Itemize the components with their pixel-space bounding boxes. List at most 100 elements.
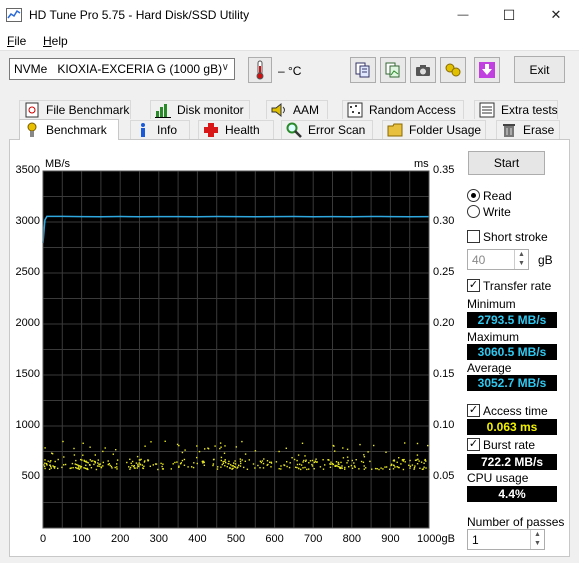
access-time-point [295, 466, 297, 468]
access-time-point [161, 465, 163, 468]
access-time-point [57, 458, 59, 461]
y-left-tick-label: 2500 [15, 266, 40, 278]
access-time-point [94, 454, 96, 456]
access-time-point [416, 442, 419, 445]
short-stroke-label: Short stroke [483, 230, 548, 244]
access-time-point [192, 466, 195, 469]
access-time-point [254, 450, 257, 452]
access-time-point [385, 466, 388, 468]
write-radio[interactable] [467, 205, 480, 218]
y-left-tick-label: 1000 [15, 419, 40, 431]
access-time-point [71, 462, 74, 465]
access-time-point [384, 466, 386, 468]
access-time-point [346, 456, 349, 458]
spinner-arrows-icon[interactable]: ▲ ▼ [514, 250, 528, 269]
access-time-point [311, 465, 314, 467]
access-time-point [267, 463, 269, 466]
access-time-point [275, 461, 278, 463]
access-time-point [220, 466, 222, 468]
access-time-point [409, 467, 411, 469]
access-time-point [311, 459, 314, 462]
access-time-point [53, 467, 56, 469]
access-time-point [226, 466, 228, 468]
access-time-point [81, 459, 83, 461]
access-time-point [322, 468, 325, 470]
access-time-point [172, 463, 174, 465]
access-time-point [335, 461, 338, 463]
access-time-point [225, 461, 227, 464]
start-button[interactable]: Start [468, 151, 545, 175]
access-time-point [136, 455, 139, 458]
passes-spinner[interactable]: 1 ▲ ▼ [467, 529, 545, 550]
access-time-point [300, 468, 302, 471]
access-time-point [417, 458, 419, 460]
access-time-point [116, 459, 119, 461]
x-tick-label: 300 [149, 533, 168, 545]
access-time-point [164, 440, 166, 442]
access-time-point [409, 465, 412, 467]
access-time-point [337, 461, 340, 464]
access-time-point [238, 464, 240, 466]
access-time-point [409, 459, 411, 462]
access-time-point [44, 467, 46, 470]
access-time-point [303, 459, 305, 462]
spinner-arrows-icon[interactable]: ▲ ▼ [530, 530, 544, 549]
y-left-tick-label: 500 [21, 470, 40, 482]
access-time-point [396, 461, 398, 463]
access-time-point [235, 446, 237, 448]
access-time-point [224, 445, 226, 447]
access-time-point [363, 465, 365, 467]
access-time-point [401, 459, 404, 461]
access-time-point [80, 458, 82, 461]
access-time-point [346, 448, 349, 450]
access-time-point [421, 468, 424, 470]
short-stroke-spinner[interactable]: 40 ▲ ▼ [467, 249, 529, 270]
access-time-point [344, 468, 346, 470]
access-time-point [85, 464, 87, 466]
access-time-point [116, 468, 118, 470]
tab-benchmark[interactable]: Benchmark [19, 119, 119, 140]
access-time-point [400, 463, 402, 465]
burst-rate-checkbox[interactable]: ✓ [467, 438, 480, 451]
short-stroke-checkbox[interactable] [467, 230, 480, 243]
access-time-point [280, 465, 282, 467]
access-time-point [239, 460, 242, 463]
access-time-point [324, 464, 326, 466]
access-time-point [266, 460, 269, 462]
access-time-point [286, 465, 288, 468]
access-time-point [61, 466, 63, 469]
access-time-point [341, 465, 343, 467]
access-time-point [424, 459, 426, 461]
access-time-point [291, 457, 293, 459]
access-time-point [214, 445, 216, 447]
access-time-point [329, 466, 332, 468]
x-tick-label: 0 [40, 533, 47, 545]
access-time-point [102, 450, 104, 453]
access-time-point [98, 463, 100, 465]
access-time-point [219, 447, 221, 450]
access-time-point [178, 465, 180, 467]
short-stroke-unit: gB [538, 253, 553, 267]
access-time-point [97, 462, 99, 464]
access-time-point [100, 466, 103, 469]
access-time-point [136, 467, 138, 469]
access-time-label: Access time [483, 404, 548, 418]
access-time-point [174, 461, 176, 464]
access-time-point [90, 467, 93, 469]
access-time-point [257, 464, 259, 467]
transfer-rate-checkbox[interactable]: ✓ [467, 279, 480, 292]
read-radio[interactable] [467, 189, 480, 202]
access-time-point [322, 459, 324, 461]
access-time-point [131, 464, 133, 467]
benchmark-icon [27, 122, 37, 137]
access-time-point [135, 462, 138, 464]
access-time-point [402, 468, 405, 471]
access-time-point [44, 447, 46, 449]
access-time-point [64, 463, 67, 466]
access-time-checkbox[interactable]: ✓ [467, 404, 480, 417]
access-time-point [306, 468, 308, 471]
access-time-point [110, 465, 113, 468]
access-time-point [304, 455, 306, 457]
access-time-point [73, 454, 76, 456]
access-time-point [393, 459, 395, 461]
